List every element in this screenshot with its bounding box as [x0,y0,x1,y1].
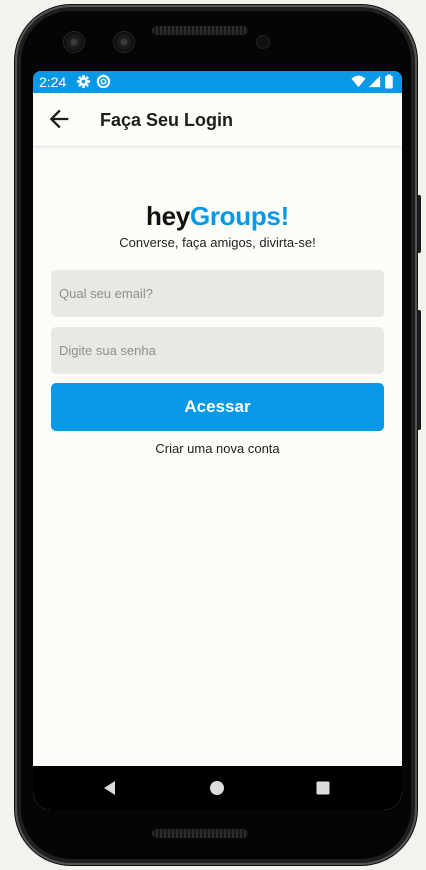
settings-gear-icon [76,74,91,89]
data-saver-icon [96,74,111,89]
front-camera [64,32,84,52]
email-input[interactable] [51,270,384,317]
wifi-icon [351,75,366,88]
arrow-left-icon[interactable] [45,105,73,133]
system-nav-bar [33,766,402,810]
nav-home-icon[interactable] [207,778,227,798]
battery-icon [385,74,393,89]
volume-button [417,195,421,253]
bottom-speaker [152,829,248,838]
nav-back-icon[interactable] [100,778,120,798]
tagline: Converse, faça amigos, divirta-se! [119,235,316,250]
page-title: Faça Seu Login [100,110,234,130]
create-account-link[interactable]: Criar uma nova conta [33,441,402,456]
password-input[interactable] [51,327,384,374]
front-camera-secondary [114,32,134,52]
proximity-sensor [257,36,269,48]
earpiece-speaker [152,26,248,35]
login-button[interactable]: Acessar [51,383,384,431]
app-bar: Faça Seu Login [33,93,402,147]
logo-prefix: hey [146,201,190,231]
status-time: 2:24 [39,74,67,90]
app-screen: 2:24 Faça Seu Login heyGroups! Converse,… [33,71,402,810]
cellular-signal-icon [368,75,381,88]
logo-suffix: Groups! [189,201,289,231]
nav-recents-icon[interactable] [313,778,333,798]
app-logo-text: heyGroups! [33,201,402,231]
status-bar: 2:24 [33,71,402,93]
power-button [417,310,421,430]
